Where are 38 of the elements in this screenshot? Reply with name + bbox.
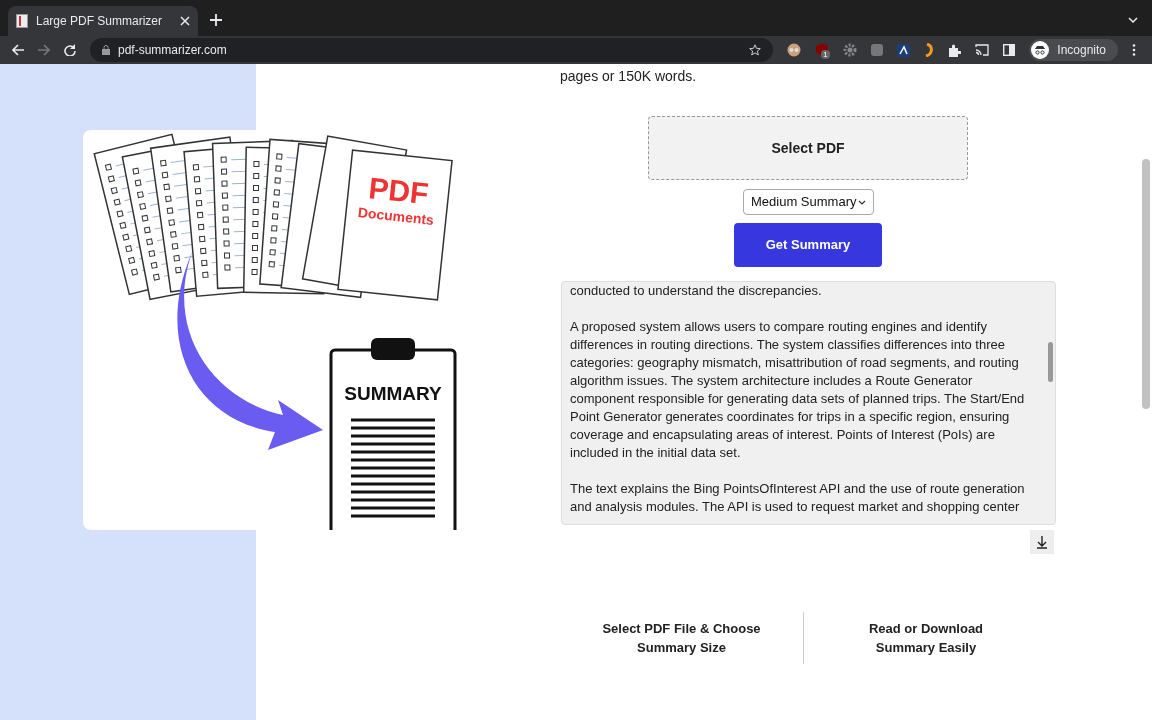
extension-icon[interactable] (897, 43, 911, 57)
puzzle-icon[interactable] (948, 43, 962, 57)
select-pdf-button[interactable]: Select PDF (648, 116, 968, 180)
page-scrollbar-thumb[interactable] (1142, 159, 1150, 409)
download-icon (1036, 535, 1048, 549)
intro-text: pages or 150K words. (560, 67, 698, 86)
clipboard-label: SUMMARY (344, 383, 442, 404)
browser-tab[interactable]: Large PDF Summarizer (8, 6, 198, 36)
document-icon (16, 14, 28, 28)
close-icon[interactable] (180, 16, 190, 26)
side-panel-icon[interactable] (1003, 44, 1016, 56)
tab-title: Large PDF Summarizer (36, 13, 164, 30)
step-title: Read or Download Summary Easily (867, 620, 985, 657)
summary-paragraph: A proposed system allows users to compare routing engines and identify differences in routing directions. The system classifies differences into three categories: geography mismatch, misattribution of road segments, and routing algorithm issues. The system architecture includes a Route Generator component responsible for generating data sets of planned trips. The Start/End Point Generator generates coordinates for trips in a specific region, ensuring coverage and encapsulating areas of interest. Points of Interest (PoIs) are included in the initial data set. (570, 318, 1026, 462)
chevron-down-icon (858, 199, 866, 205)
gear-icon[interactable] (843, 43, 858, 57)
incognito-icon (1031, 41, 1050, 59)
extension-badge: 1 (821, 50, 830, 59)
curve-icon[interactable] (924, 43, 935, 57)
back-icon[interactable] (12, 44, 24, 56)
star-icon[interactable] (749, 44, 762, 56)
download-button[interactable] (1030, 530, 1054, 554)
more-icon[interactable] (1132, 44, 1136, 56)
profile-name: Incognito (1057, 42, 1106, 59)
summary-paragraph: The text explains the Bing PointsOfInterest API and the use of route generation and analysis modules. The API is used to request market and shopping center (570, 480, 1026, 516)
scrollbar-thumb[interactable] (1048, 342, 1053, 382)
forward-icon[interactable] (38, 44, 50, 56)
cast-icon[interactable] (975, 44, 990, 56)
glasses-face-icon[interactable] (787, 43, 802, 57)
get-summary-button[interactable]: Get Summary (734, 223, 882, 267)
new-tab-icon[interactable] (210, 14, 222, 26)
summary-paragraph: conducted to understand the discrepancies. (570, 282, 823, 300)
step-title: Select PDF File & Choose Summary Size (601, 620, 762, 657)
square-icon[interactable] (871, 44, 884, 56)
lock-icon (102, 45, 110, 55)
summary-size-dropdown[interactable]: Medium Summary (743, 189, 874, 215)
chevron-down-icon[interactable] (1128, 17, 1138, 23)
reload-icon[interactable] (64, 44, 76, 56)
